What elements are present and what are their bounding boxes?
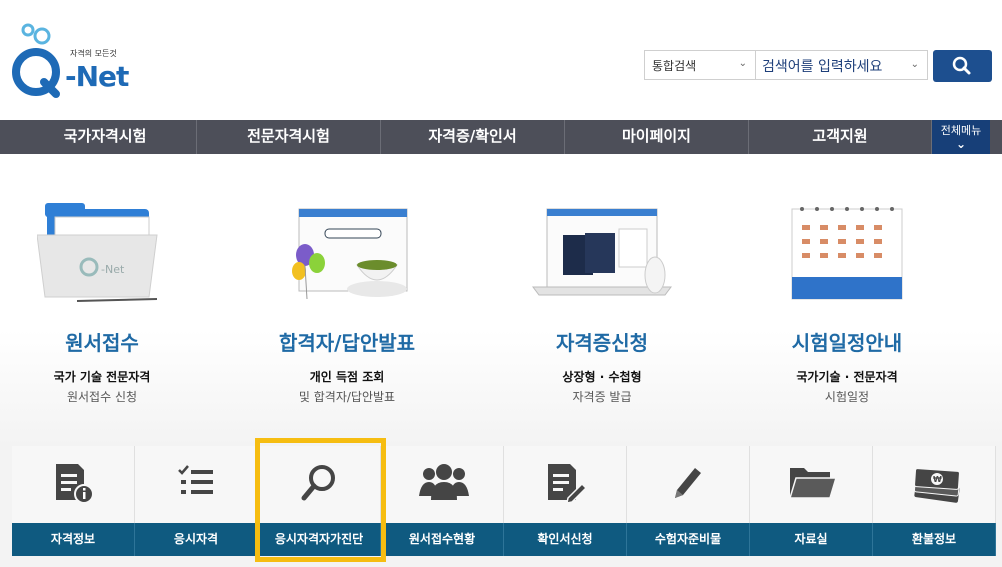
feature-title: 시험일정안내 [791, 331, 903, 355]
svg-text:₩: ₩ [933, 475, 942, 484]
quick-item-label: 자료실 [750, 523, 873, 556]
all-menu-label: 전체메뉴 [940, 124, 982, 137]
feature-title: 합격자/답안발표 [278, 331, 416, 355]
quick-item-application-status[interactable]: 원서접수현황 [381, 446, 504, 560]
nav-item-professional-exam[interactable]: 전문자격시험 [197, 120, 381, 154]
people-group-icon [419, 464, 469, 500]
qnet-logo[interactable]: 자격의 모든것 -Net [10, 20, 130, 100]
nav-item-mypage[interactable]: 마이페이지 [565, 120, 749, 154]
feature-desc-1: 상장형 · 수첩형 [562, 370, 642, 384]
laptop-passport-illustration [527, 195, 677, 315]
search-input[interactable]: 검색어를 입력하세요 ⌄ [756, 50, 928, 80]
search-scope-value: 통합검색 [652, 59, 697, 73]
chevron-down-icon: ⌄ [738, 58, 747, 69]
quick-item-refund-info[interactable]: ₩ 환불정보 [873, 446, 996, 560]
quick-icon-box [750, 446, 873, 523]
main-nav: 국가자격시험 전문자격시험 자격증/확인서 마이페이지 고객지원 전체메뉴 ⌄ [0, 120, 1002, 154]
feature-desc-1: 국가기술 · 전문자격 [796, 370, 898, 384]
quick-icon-box [627, 446, 750, 523]
quick-item-label: 응시자격자가진단 [258, 523, 381, 556]
qnet-homepage: 자격의 모든것 -Net 통합검색 ⌄ 검색어를 입력하세요 ⌄ 국가자격시험 … [0, 0, 1002, 567]
chevron-down-icon: ⌄ [955, 137, 967, 151]
checklist-icon [178, 465, 213, 494]
q-logo-icon [12, 23, 60, 98]
feature-desc-1: 개인 득점 조회 [309, 370, 385, 384]
logo-tagline: 자격의 모든것 [70, 49, 117, 58]
all-menu-button[interactable]: 전체메뉴 ⌄ [932, 120, 990, 154]
quick-icon-box [12, 446, 135, 523]
quick-icon-box [381, 446, 504, 523]
feature-desc-2: 시험일정 [824, 390, 870, 404]
quick-icon-box [504, 446, 627, 523]
search-icon [952, 56, 971, 75]
quick-item-label: 수험자준비물 [627, 523, 750, 556]
magnifier-icon [301, 465, 335, 501]
feature-desc-2: 원서접수 신청 [66, 390, 138, 404]
browser-teacup-illustration [277, 195, 417, 315]
quick-menu: 자격정보 응시자격 응시자격자가진단 원서접수현황 확인서신청 수험자준비물 자… [0, 446, 1002, 560]
document-edit-icon [548, 464, 588, 504]
money-stack-icon: ₩ [913, 468, 961, 503]
feature-desc-1: 국가 기술 전문자격 [53, 370, 151, 384]
search-button[interactable] [933, 50, 992, 82]
feature-card-results[interactable]: 합격자/답안발표 개인 득점 조회 및 합격자/답안발표 [247, 195, 447, 405]
calendar-illustration [782, 195, 912, 315]
svg-text:-Net: -Net [101, 263, 125, 276]
quick-icon-box [258, 446, 381, 523]
nav-item-national-exam[interactable]: 국가자격시험 [14, 120, 197, 154]
feature-card-schedule[interactable]: 시험일정안내 국가기술 · 전문자격 시험일정 [747, 195, 947, 405]
feature-desc-2: 및 합격자/답안발표 [298, 390, 396, 404]
feature-desc-2: 자격증 발급 [572, 390, 632, 404]
search-placeholder: 검색어를 입력하세요 [762, 59, 883, 75]
feature-card-application[interactable]: -Net 원서접수 국가 기술 전문자격 원서접수 신청 [2, 195, 202, 405]
quick-item-label: 확인서신청 [504, 523, 627, 556]
quick-icon-box [135, 446, 258, 523]
feature-card-certificate[interactable]: 자격증신청 상장형 · 수첩형 자격증 발급 [502, 195, 702, 405]
folder-illustration: -Net [36, 195, 167, 315]
feature-title: 자격증신청 [556, 331, 648, 355]
quick-item-qualification-info[interactable]: 자격정보 [12, 446, 135, 560]
chevron-down-icon: ⌄ [910, 59, 919, 70]
quick-item-label: 원서접수현황 [381, 523, 504, 556]
logo-brand-text: -Net [65, 60, 129, 93]
quick-item-label: 응시자격 [135, 523, 258, 556]
quick-item-self-diagnosis[interactable]: 응시자격자가진단 [258, 446, 381, 560]
pencil-icon [675, 468, 701, 498]
search-scope-select[interactable]: 통합검색 ⌄ [644, 50, 756, 80]
quick-item-exam-supplies[interactable]: 수험자준비물 [627, 446, 750, 560]
quick-item-eligibility[interactable]: 응시자격 [135, 446, 258, 560]
document-info-icon [56, 464, 94, 504]
nav-item-certificate[interactable]: 자격증/확인서 [381, 120, 565, 154]
feature-title: 원서접수 [65, 331, 139, 355]
quick-item-confirmation-request[interactable]: 확인서신청 [504, 446, 627, 560]
nav-item-support[interactable]: 고객지원 [749, 120, 932, 154]
quick-item-label: 자격정보 [12, 523, 135, 556]
quick-item-label: 환불정보 [873, 523, 996, 556]
quick-item-resources[interactable]: 자료실 [750, 446, 873, 560]
folder-icon [788, 468, 838, 499]
quick-icon-box: ₩ [873, 446, 996, 523]
